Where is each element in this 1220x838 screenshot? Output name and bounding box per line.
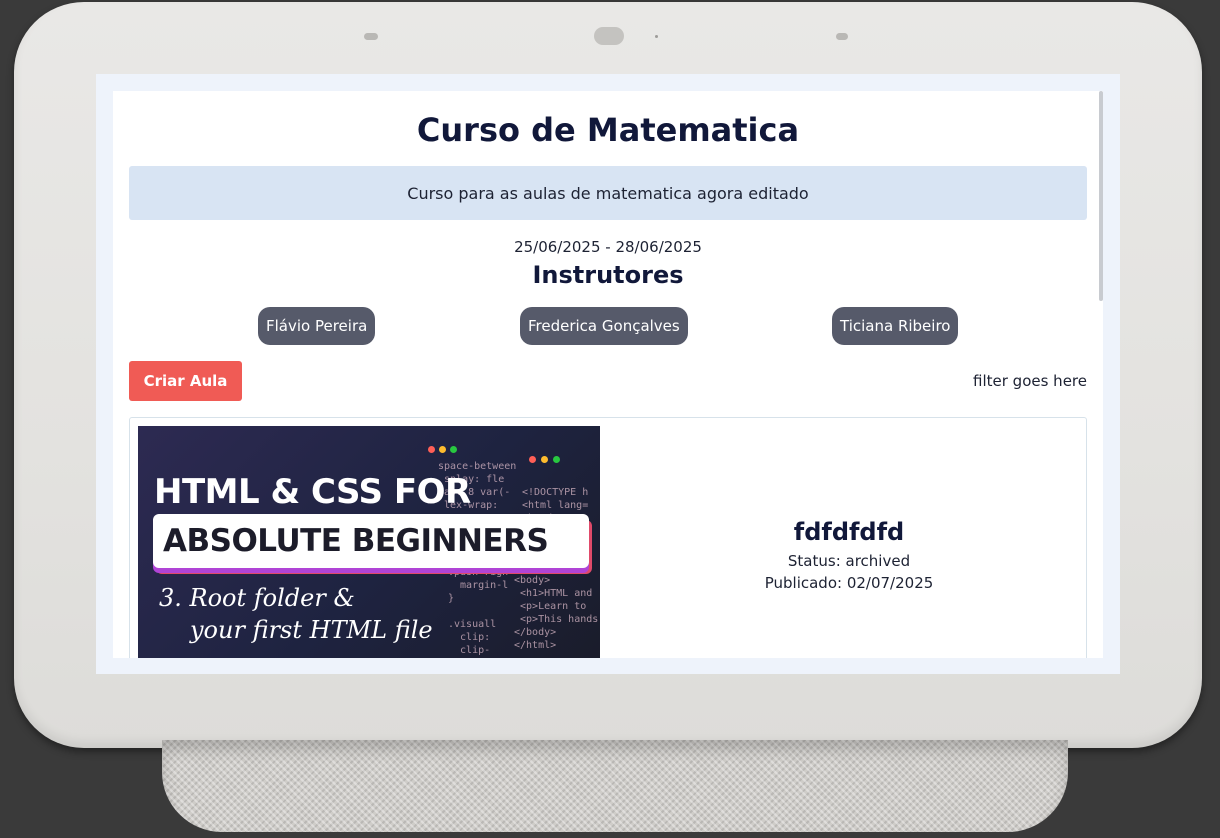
- window-dot-icon: [428, 446, 435, 453]
- lesson-title[interactable]: fdfdfdfd: [610, 518, 1088, 546]
- course-dates: 25/06/2025 - 28/06/2025: [514, 238, 702, 256]
- window-dot-icon: [450, 446, 457, 453]
- instructor-chip[interactable]: Frederica Gonçalves: [520, 307, 688, 345]
- thumbnail-title-line1: HTML & CSS FOR: [154, 472, 471, 512]
- sensor-left: [364, 33, 378, 40]
- course-title: Curso de Matematica: [416, 111, 800, 149]
- window-dot-icon: [529, 456, 536, 463]
- thumbnail-title-line2: ABSOLUTE BEGINNERS: [153, 514, 589, 568]
- page-scrollbar[interactable]: [1099, 91, 1103, 301]
- thumbnail-code-art: <body> <h1>HTML and <p>Learn to <p>This …: [514, 575, 599, 651]
- thumbnail-subtitle-line1: 3. Root folder &: [159, 584, 355, 612]
- instructor-chip[interactable]: Flávio Pereira: [258, 307, 376, 345]
- camera: [594, 27, 624, 45]
- filter-placeholder: filter goes here: [973, 372, 1087, 390]
- lesson-thumbnail: space-between splay: fle ap: 8 var(- lex…: [138, 426, 600, 658]
- create-lesson-button[interactable]: Criar Aula: [129, 361, 242, 401]
- lesson-published-date: Publicado: 02/07/2025: [764, 574, 934, 592]
- sensor-right: [836, 33, 848, 40]
- course-description: Curso para as aulas de matematica agora …: [129, 166, 1087, 220]
- lesson-status: Status: archived: [787, 552, 911, 570]
- lesson-card[interactable]: space-between splay: fle ap: 8 var(- lex…: [129, 417, 1087, 658]
- window-dot-icon: [541, 456, 548, 463]
- speaker-base: [162, 740, 1068, 832]
- instructors-heading: Instrutores: [532, 261, 684, 289]
- light-sensor: [655, 35, 658, 38]
- window-dot-icon: [439, 446, 446, 453]
- thumbnail-code-art: .push-righ margin-l } .visuall clip: cli…: [448, 567, 509, 656]
- window-dot-icon: [553, 456, 560, 463]
- device-screen: Curso de Matematica Curso para as aulas …: [96, 74, 1120, 674]
- thumbnail-subtitle-line2: your first HTML file: [190, 616, 433, 644]
- course-page: Curso de Matematica Curso para as aulas …: [113, 91, 1103, 658]
- instructor-chip[interactable]: Ticiana Ribeiro: [832, 307, 959, 345]
- lesson-info: fdfdfdfd Status: archived Publicado: 02/…: [610, 518, 1088, 594]
